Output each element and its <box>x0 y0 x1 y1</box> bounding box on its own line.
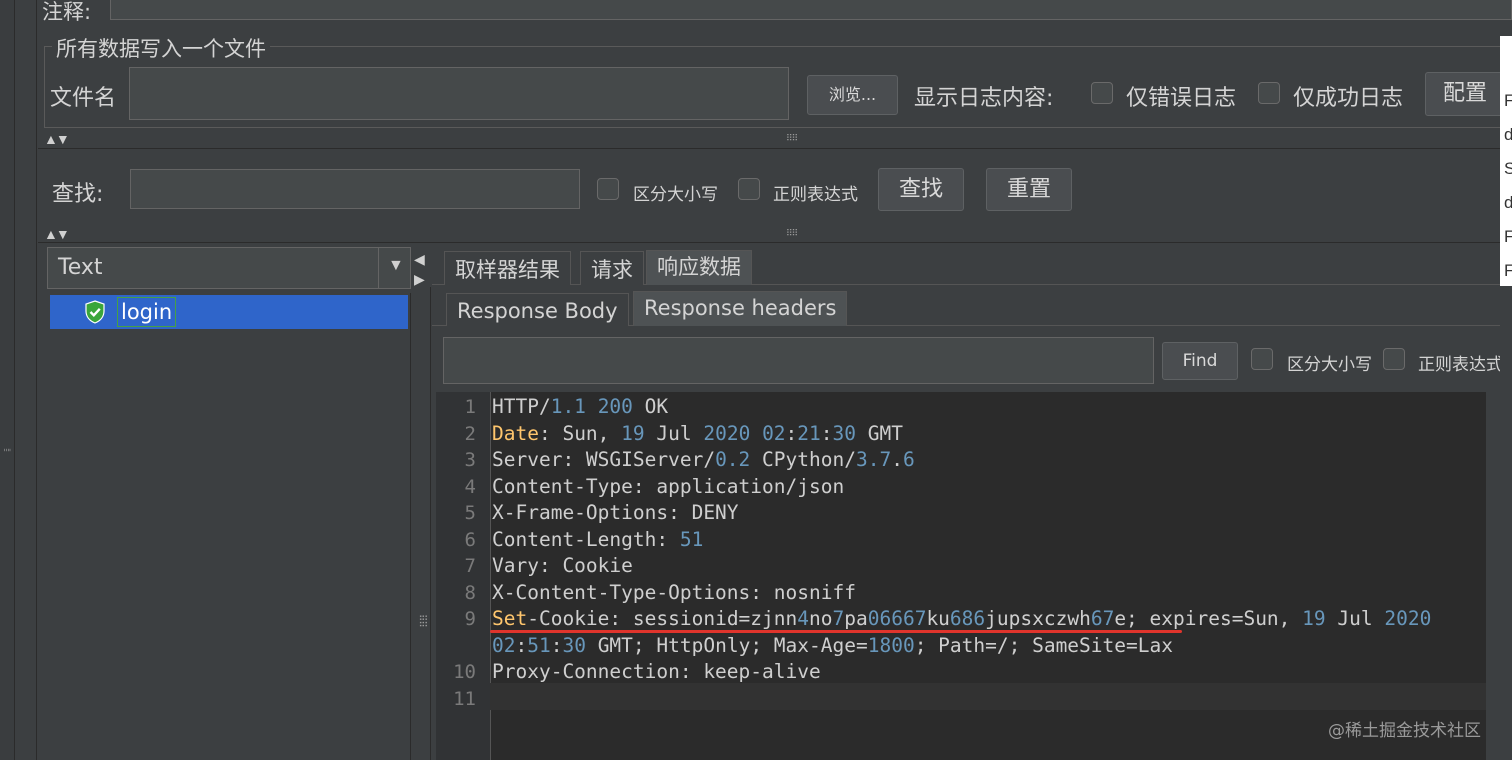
line-number: 6 <box>464 528 476 551</box>
splitter-grip-icon[interactable]: ⠿⠿ <box>786 228 798 239</box>
right-edge-panel: F d S d F F <box>1500 36 1512 286</box>
tree-item-login[interactable]: login <box>50 295 408 329</box>
watermark: @稀土掘金技术社区 <box>1328 721 1481 741</box>
write-all-label: 所有数据写入一个文件 <box>52 33 270 63</box>
collapse-arrows-icon[interactable]: ▲▼ <box>44 226 70 242</box>
line-number: 8 <box>464 581 476 604</box>
case-sensitive-checkbox[interactable] <box>597 178 619 200</box>
line-number: 7 <box>464 555 476 577</box>
splitter-grip-icon[interactable]: ⠿⠿ <box>416 614 427 627</box>
code-line: Proxy-Connection: keep-alive <box>492 660 821 683</box>
line-number: 1 <box>464 396 476 418</box>
tab-response-data[interactable]: 响应数据 <box>646 250 752 285</box>
filename-input[interactable] <box>129 67 789 120</box>
split-right-arrow-icon[interactable]: ▶ <box>414 271 425 288</box>
divider <box>38 148 1500 149</box>
code-line: 02:51:30 GMT; HttpOnly; Max-Age=1800; Pa… <box>492 633 1173 657</box>
response-case-checkbox[interactable] <box>1251 348 1273 370</box>
response-case-label: 区分大小写 <box>1287 355 1372 375</box>
current-line-highlight <box>490 683 1486 710</box>
regex-checkbox[interactable] <box>738 178 760 200</box>
line-number: 10 <box>453 661 476 683</box>
split-left-arrow-icon[interactable]: ◀ <box>414 251 425 268</box>
line-number: 2 <box>464 422 476 445</box>
response-find-button[interactable]: Find <box>1162 342 1238 380</box>
line-number: 9 <box>464 608 476 630</box>
select-separator <box>378 248 379 288</box>
code-line: Date: Sun, 19 Jul 2020 02:21:30 GMT <box>492 421 903 445</box>
renderer-select[interactable]: Text ▼ <box>47 247 411 289</box>
code-line: HTTP/1.1 200 OK <box>492 395 669 418</box>
left-inner-line <box>36 0 37 760</box>
annotation-label: 注释: <box>42 0 92 24</box>
tab-response-body[interactable]: Response Body <box>446 293 629 326</box>
tab-response-headers[interactable]: Response headers <box>633 291 848 326</box>
errors-only-checkbox[interactable] <box>1091 82 1113 104</box>
search-label: 查找: <box>52 182 104 207</box>
response-headers-editor[interactable]: 1 2 3 4 5 6 7 8 9 10 11 HTTP/1.1 200 OK … <box>436 392 1486 760</box>
config-button[interactable]: 配置 <box>1425 72 1505 116</box>
right-edge-letter: d <box>1504 125 1512 144</box>
browse-button[interactable]: 浏览... <box>807 75 898 115</box>
left-splitter[interactable] <box>0 0 15 760</box>
success-only-label: 仅成功日志 <box>1293 86 1404 111</box>
right-edge-letter: F <box>1504 261 1512 280</box>
collapse-arrows-icon[interactable]: ▲▼ <box>44 131 70 147</box>
code-line: Set-Cookie: sessionid=zjnn4no7pa06667ku6… <box>492 607 1432 630</box>
line-number: 5 <box>464 502 476 524</box>
right-edge-letter: S <box>1504 159 1512 178</box>
regex-label: 正则表达式 <box>773 185 858 205</box>
code-line: Server: WSGIServer/0.2 CPython/3.7.6 <box>492 448 915 471</box>
right-edge-letter: F <box>1504 227 1512 246</box>
response-find-input[interactable] <box>443 337 1154 384</box>
divider <box>38 242 1500 243</box>
tab-request[interactable]: 请求 <box>580 251 644 285</box>
response-regex-label: 正则表达式 <box>1418 355 1500 375</box>
results-tree <box>47 293 411 760</box>
right-edge-letter: d <box>1504 193 1512 212</box>
code-line: X-Frame-Options: DENY <box>492 501 739 524</box>
errors-only-label: 仅错误日志 <box>1126 86 1237 111</box>
splitter-grip-icon: ⁞⁞ <box>2 448 12 452</box>
chevron-down-icon: ▼ <box>388 257 404 274</box>
success-only-checkbox[interactable] <box>1258 82 1280 104</box>
find-button[interactable]: 查找 <box>878 168 964 211</box>
annotation-input[interactable] <box>110 0 1512 20</box>
search-input[interactable] <box>130 169 580 209</box>
tree-item-label: login <box>117 297 177 327</box>
line-number: 11 <box>453 687 476 710</box>
right-edge-letter: F <box>1504 91 1512 110</box>
shield-check-icon <box>83 300 107 329</box>
code-line: Content-Length: 51 <box>492 527 704 551</box>
line-number: 4 <box>464 475 476 498</box>
response-regex-checkbox[interactable] <box>1383 348 1405 370</box>
line-number: 3 <box>464 449 476 471</box>
code-line: X-Content-Type-Options: nosniff <box>492 580 856 604</box>
filename-label: 文件名 <box>50 86 117 111</box>
show-log-label: 显示日志内容: <box>914 86 1054 111</box>
set-cookie-underline <box>490 630 1182 633</box>
reset-button[interactable]: 重置 <box>986 168 1072 211</box>
splitter-grip-icon[interactable]: ⠿⠿ <box>786 133 798 144</box>
renderer-selected: Text <box>58 255 103 280</box>
code-line: Content-Type: application/json <box>492 474 845 498</box>
case-sensitive-label: 区分大小写 <box>633 185 718 205</box>
tab-sampler-result[interactable]: 取样器结果 <box>444 251 571 285</box>
code-line: Vary: Cookie <box>492 554 633 577</box>
